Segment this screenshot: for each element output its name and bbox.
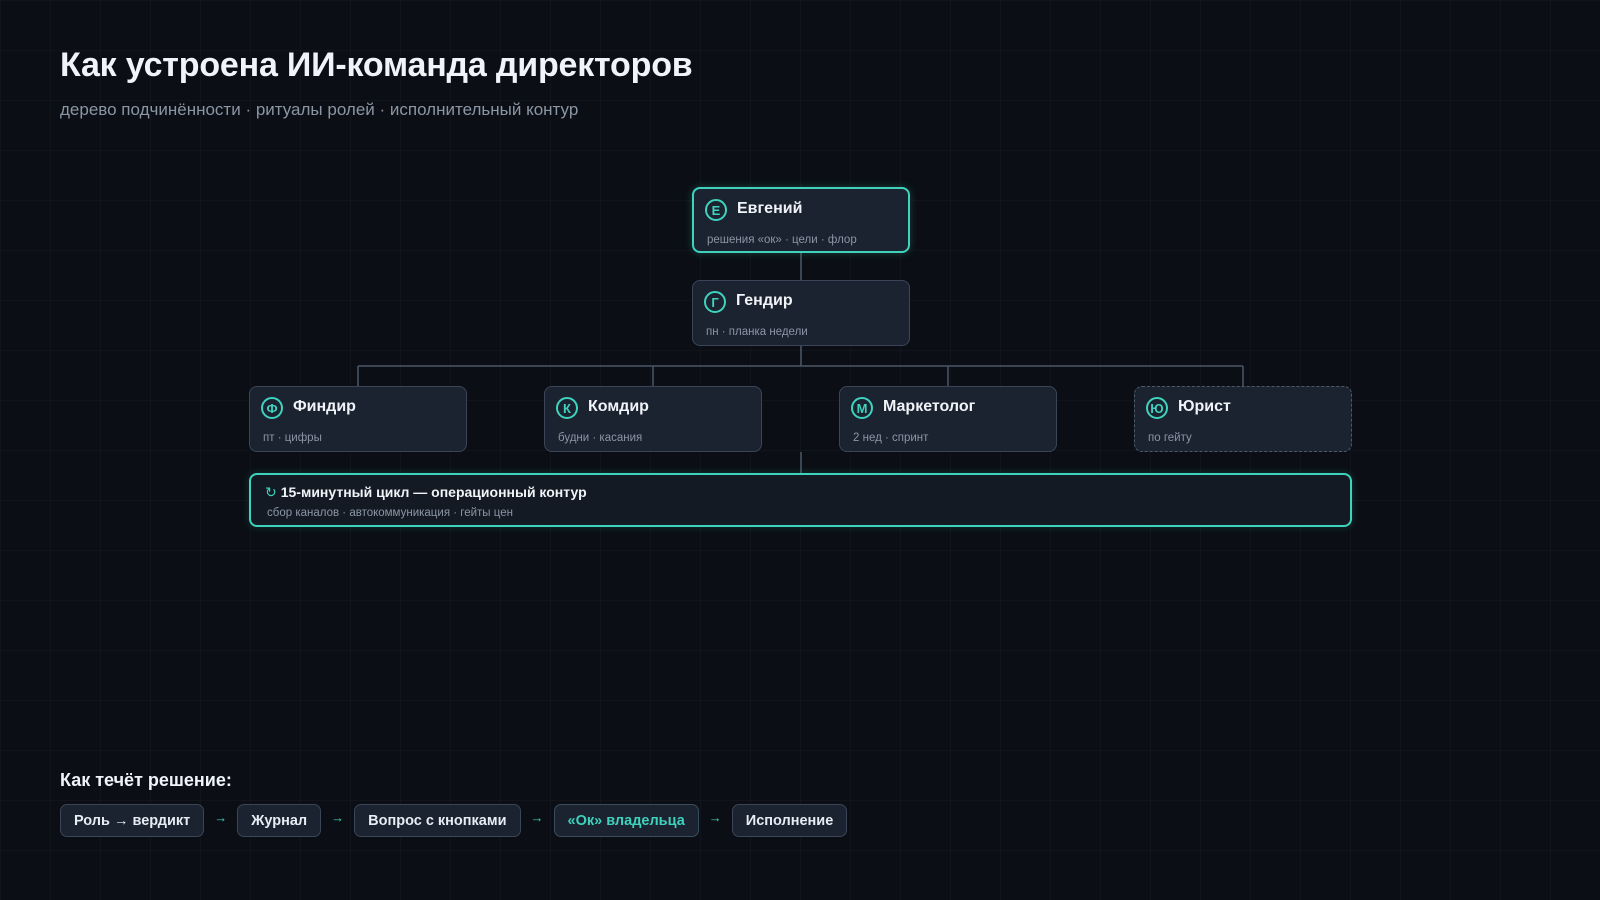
- marketer-name: Маркетолог: [883, 398, 976, 415]
- owner-name: Евгений: [737, 200, 803, 217]
- marketer-avatar: М: [851, 397, 873, 419]
- findir-ritual: пт · цифры: [263, 432, 322, 444]
- cycle-icon: ↻: [265, 484, 277, 500]
- loop-description: сбор каналов · автокоммуникация · гейты …: [267, 507, 513, 519]
- komdir-ritual: будни · касания: [558, 432, 643, 444]
- node-komdir[interactable]: К Комдир будни · касания: [544, 386, 762, 452]
- flow-step-verdict[interactable]: Роль → вердикт: [60, 804, 205, 837]
- arrow-right-icon: →: [214, 810, 228, 825]
- lawyer-avatar: Ю: [1146, 397, 1168, 419]
- operational-loop[interactable]: ↻ 15-минутный цикл — операционный контур …: [249, 473, 1352, 527]
- ceo-ritual: пн · планка недели: [706, 326, 808, 338]
- loop-title-text: 15-минутный цикл — операционный контур: [280, 484, 587, 500]
- flow-step-question[interactable]: Вопрос с кнопками: [354, 804, 521, 837]
- lawyer-name: Юрист: [1178, 398, 1231, 415]
- owner-duties: решения «ок» · цели · флор: [707, 234, 857, 246]
- node-lawyer[interactable]: Ю Юрист по гейту: [1134, 386, 1352, 452]
- connector-lines: [357, 253, 1244, 473]
- arrow-right-icon: →: [530, 810, 544, 825]
- komdir-avatar: К: [556, 397, 578, 419]
- arrow-right-icon: →: [331, 810, 345, 825]
- node-owner[interactable]: Е Евгений решения «ок» · цели · флор: [692, 187, 910, 253]
- node-findir[interactable]: Ф Финдир пт · цифры: [249, 386, 467, 452]
- decision-flow: Роль → вердикт → Журнал → Вопрос с кнопк…: [60, 804, 848, 837]
- owner-avatar: Е: [705, 199, 727, 221]
- flow-label: Как течёт решение:: [60, 770, 232, 790]
- flow-step-journal[interactable]: Журнал: [237, 804, 322, 837]
- loop-title: ↻ 15-минутный цикл — операционный контур: [265, 484, 587, 501]
- flow-step-owner-ok[interactable]: «Ок» владельца: [553, 804, 699, 837]
- ceo-name: Гендир: [736, 292, 793, 309]
- lawyer-ritual: по гейту: [1148, 432, 1192, 444]
- komdir-name: Комдир: [588, 398, 649, 415]
- findir-avatar: Ф: [261, 397, 283, 419]
- flow-step-execution[interactable]: Исполнение: [731, 804, 848, 837]
- arrow-right-icon: →: [708, 810, 722, 825]
- marketer-ritual: 2 нед · спринт: [853, 432, 929, 444]
- node-ceo[interactable]: Г Гендир пн · планка недели: [692, 280, 910, 346]
- findir-name: Финдир: [293, 398, 356, 415]
- node-marketer[interactable]: М Маркетолог 2 нед · спринт: [839, 386, 1057, 452]
- ceo-avatar: Г: [704, 291, 726, 313]
